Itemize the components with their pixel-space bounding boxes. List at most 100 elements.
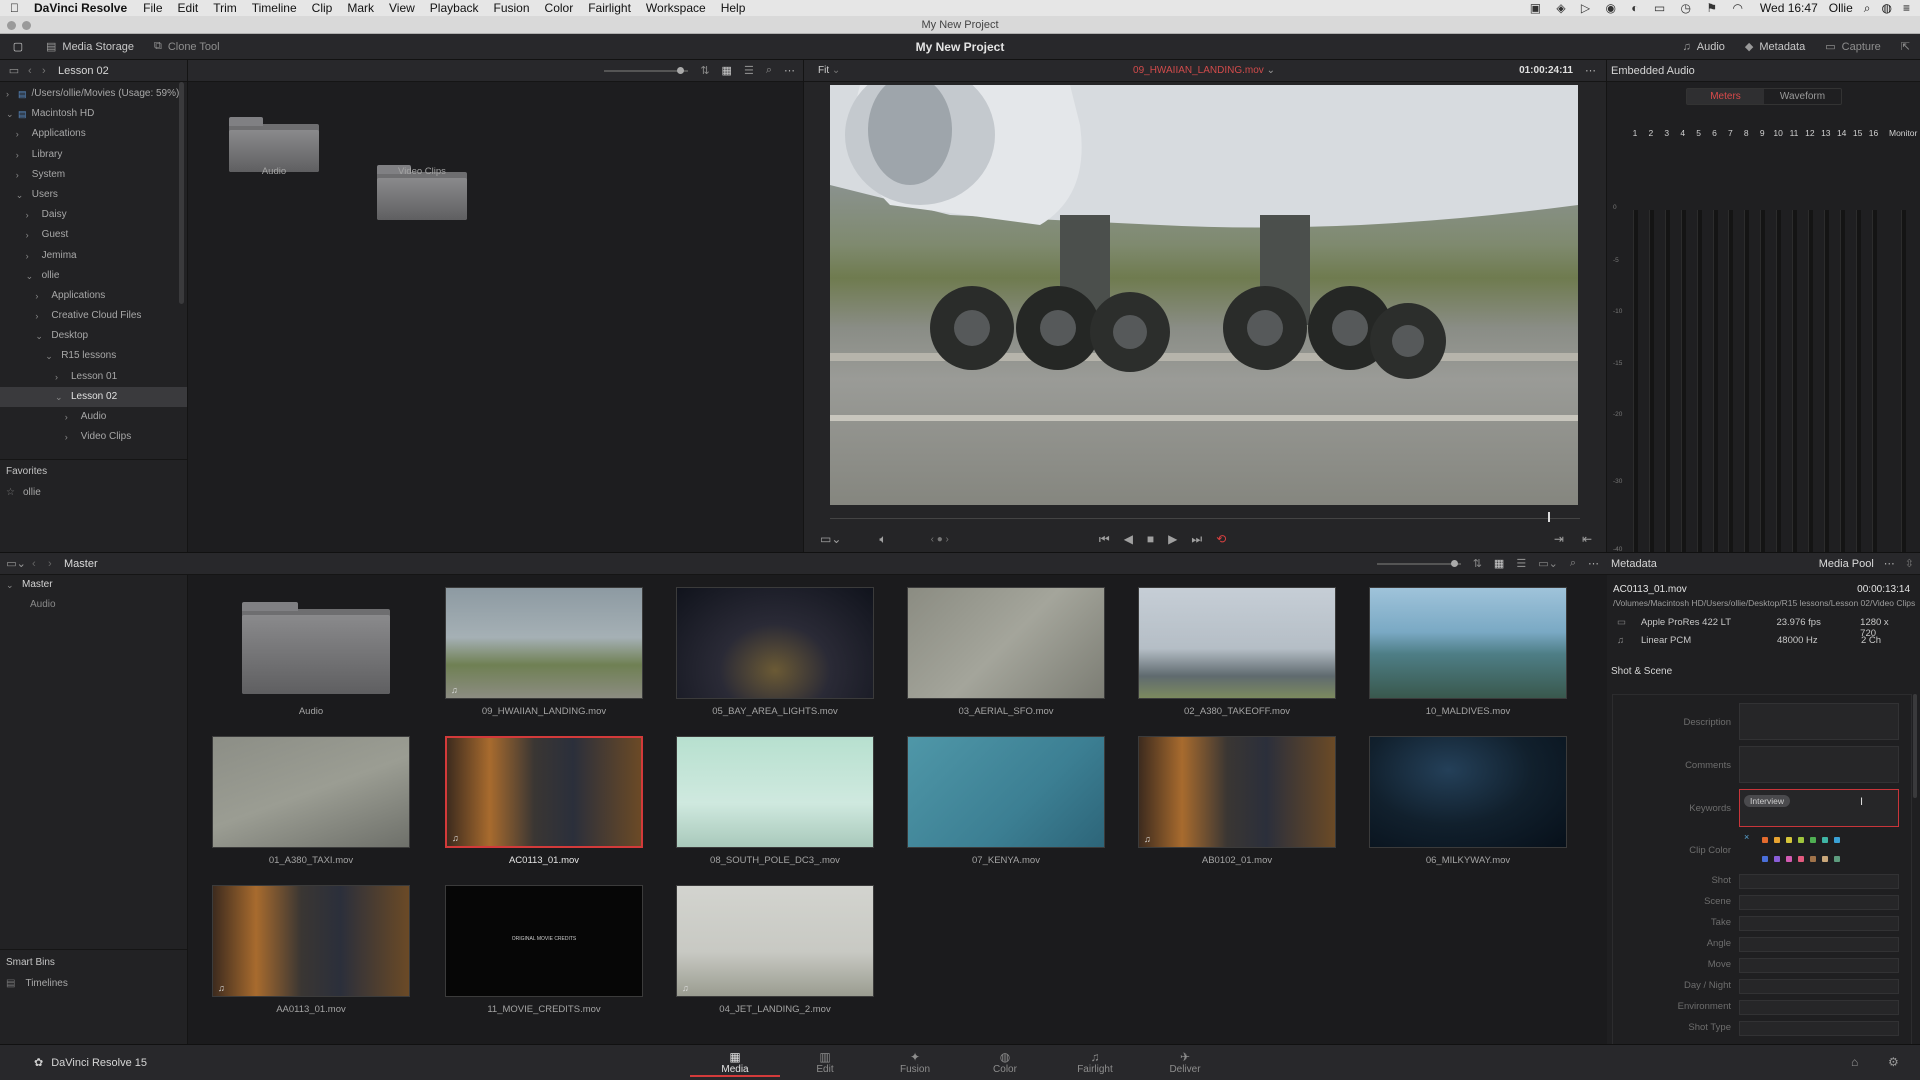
storage-tree-item[interactable]: › Creative Cloud Files <box>0 306 187 326</box>
bin-audio[interactable]: Audio <box>0 595 187 615</box>
menu-file[interactable]: File <box>143 1 162 15</box>
audio-panel-button[interactable]: ♫ Audio <box>1673 34 1735 59</box>
storage-tree-item[interactable]: › Applications <box>0 124 187 144</box>
sort-icon[interactable]: ⇅ <box>700 64 709 77</box>
pool-list-view-icon[interactable]: ☰ <box>1516 557 1526 570</box>
notification-icon[interactable]: ≡ <box>1903 1 1910 15</box>
chevron-down-icon[interactable]: ⌄ <box>55 387 65 407</box>
thumbnail-view-icon[interactable]: ▦ <box>722 64 732 77</box>
storage-tree-item[interactable]: › System <box>0 165 187 185</box>
apple-icon[interactable]:  <box>10 1 19 15</box>
zoom-slider[interactable] <box>604 66 689 74</box>
menu-timeline[interactable]: Timeline <box>252 1 297 15</box>
storage-tree-item[interactable]: ⌄ ▤ Macintosh HD <box>0 104 187 124</box>
tree-scrollbar[interactable] <box>179 82 184 304</box>
clip-thumbnail[interactable] <box>212 736 410 848</box>
clip-color-swatch[interactable] <box>1834 856 1840 862</box>
chevron-down-icon[interactable]: ⌄ <box>35 326 45 346</box>
chevron-right-icon[interactable]: › <box>16 124 26 144</box>
menu-playback[interactable]: Playback <box>430 1 479 15</box>
video-frame[interactable] <box>830 85 1578 505</box>
clip-thumbnail[interactable] <box>907 587 1105 699</box>
environment-field[interactable] <box>1739 1000 1899 1015</box>
close-window-button[interactable] <box>7 21 16 30</box>
jog-control[interactable]: ‹ ● › <box>931 534 949 545</box>
pool-zoom-slider[interactable] <box>1376 559 1461 567</box>
day-night-field[interactable] <box>1739 979 1899 994</box>
clip-color-swatch[interactable] <box>1798 856 1804 862</box>
clip-thumbnail[interactable]: ♫ <box>1138 736 1336 848</box>
clip-color-swatch[interactable] <box>1786 837 1792 843</box>
page-tab-media[interactable]: ▦ Media <box>690 1047 780 1077</box>
step-back-icon[interactable]: ◀︎ <box>1124 532 1133 546</box>
viewer-scrubber[interactable] <box>830 518 1580 519</box>
chevron-right-icon[interactable]: › <box>26 205 36 225</box>
pool-folder-audio[interactable] <box>242 602 390 694</box>
mark-in-icon[interactable]: ⇤ <box>1582 532 1592 546</box>
app-menu[interactable]: DaVinci Resolve <box>34 1 127 15</box>
loop-icon[interactable]: ⟲ <box>1216 532 1226 546</box>
zoom-slider-handle[interactable] <box>677 66 685 74</box>
chevron-right-icon[interactable]: › <box>35 286 45 306</box>
chevron-right-icon[interactable]: › <box>16 165 26 185</box>
bin-list-toggle-icon[interactable]: ▭⌄ <box>0 557 32 570</box>
pool-thumbnail-view-icon[interactable]: ▦ <box>1494 557 1504 570</box>
media-storage-button[interactable]: ▤ Media Storage <box>36 34 144 59</box>
storage-tree-item[interactable]: ⌄ R15 lessons <box>0 346 187 366</box>
speaker-icon[interactable]: 🔈︎ <box>879 532 886 547</box>
storage-folder-video-clips[interactable] <box>377 165 467 220</box>
no-color-icon[interactable]: × <box>1744 832 1749 842</box>
pool-options-icon[interactable]: ⋯ <box>1588 557 1599 570</box>
menu-fairlight[interactable]: Fairlight <box>588 1 631 15</box>
clip-thumbnail[interactable] <box>907 736 1105 848</box>
clip-color-swatch[interactable] <box>1786 856 1792 862</box>
comments-field[interactable] <box>1739 746 1899 783</box>
storage-tree-item[interactable]: › Jemima <box>0 246 187 266</box>
smart-bin-timelines[interactable]: ▤ Timelines <box>6 978 68 989</box>
siri-icon[interactable]: ◍ <box>1882 1 1892 15</box>
chevron-right-icon[interactable]: › <box>26 246 36 266</box>
project-settings-gear-icon[interactable]: ⚙ <box>1888 1055 1899 1069</box>
go-to-end-icon[interactable]: ⏭︎ <box>1191 532 1202 547</box>
page-tab-fusion[interactable]: ✦ Fusion <box>870 1047 960 1077</box>
project-manager-home-icon[interactable]: ⌂ <box>1851 1055 1858 1069</box>
storage-tree-item[interactable]: ⌄ ollie <box>0 266 187 286</box>
keyword-tag[interactable]: Interview <box>1744 795 1791 807</box>
status-icons[interactable]: ▣ ◈ ▷ ◉ ◐ ▭ ◷ ⚑ ◠ <box>1530 1 1749 15</box>
storage-folder-audio[interactable] <box>229 117 319 172</box>
clock[interactable]: Wed 16:47 <box>1760 1 1818 15</box>
chevron-right-icon[interactable]: › <box>65 407 75 427</box>
chevron-right-icon[interactable]: › <box>65 427 75 447</box>
page-tab-edit[interactable]: ▥ Edit <box>780 1047 870 1077</box>
menu-help[interactable]: Help <box>721 1 746 15</box>
menu-clip[interactable]: Clip <box>312 1 333 15</box>
clip-color-swatch[interactable] <box>1774 837 1780 843</box>
storage-tree-item[interactable]: › Audio <box>0 407 187 427</box>
chevron-right-icon[interactable]: › <box>35 306 45 326</box>
chevron-down-icon[interactable]: ⌄ <box>6 104 16 124</box>
pool-forward-icon[interactable]: › <box>48 558 64 570</box>
clip-thumbnail[interactable]: ♫ <box>212 885 410 997</box>
storage-tree-item[interactable]: ⌄ Desktop <box>0 326 187 346</box>
clip-thumbnail[interactable]: ORIGINAL MOVIE CREDITS <box>445 885 643 997</box>
media-pool-view-button[interactable]: Media Pool <box>1819 558 1874 570</box>
clip-thumbnail[interactable] <box>1138 587 1336 699</box>
tab-meters[interactable]: Meters <box>1687 89 1764 104</box>
back-icon[interactable]: ‹ <box>28 65 42 77</box>
metadata-panel-button[interactable]: ◆ Metadata <box>1735 34 1815 59</box>
shot-field[interactable] <box>1739 874 1899 889</box>
clip-thumbnail[interactable]: ♫ <box>676 885 874 997</box>
pool-back-icon[interactable]: ‹ <box>32 558 48 570</box>
list-view-icon[interactable]: ☰ <box>744 64 754 77</box>
viewer-clip-name[interactable]: 09_HWAIIAN_LANDING.mov ⌄ <box>804 65 1604 76</box>
storage-tree-item[interactable]: ⌄ Users <box>0 185 187 205</box>
clone-tool-button[interactable]: ⧉ Clone Tool <box>144 34 230 59</box>
chevron-right-icon[interactable]: › <box>55 367 65 387</box>
storage-tree-item[interactable]: › Library <box>0 145 187 165</box>
clip-color-swatch[interactable] <box>1762 837 1768 843</box>
take-field[interactable] <box>1739 916 1899 931</box>
clip-color-swatch[interactable] <box>1834 837 1840 843</box>
clip-color-swatch[interactable] <box>1774 856 1780 862</box>
clip-thumbnail[interactable] <box>1369 736 1567 848</box>
pool-search-icon[interactable]: ⌕ <box>1570 557 1576 570</box>
